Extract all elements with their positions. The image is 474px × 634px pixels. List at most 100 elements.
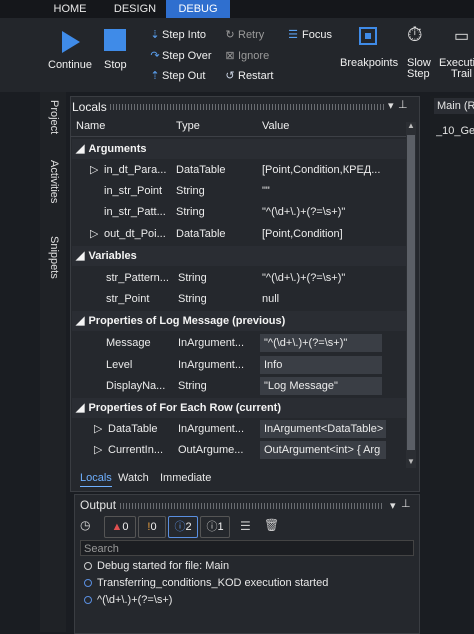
tab-locals[interactable]: Locals — [80, 472, 112, 487]
log-line[interactable]: Debug started for file: Main — [84, 560, 229, 572]
log-dot-icon — [84, 596, 92, 605]
expand-icon[interactable]: ▷ — [90, 224, 98, 245]
section-title: Properties of Log Message (previous) — [88, 315, 286, 327]
row-type: DataTable — [176, 164, 226, 176]
row-value[interactable]: "Log Message" — [260, 377, 382, 395]
trace-count: 1 — [217, 521, 224, 533]
table-row[interactable]: Message InArgument... "^(\d+\.)+(?=\s+)" — [72, 333, 408, 354]
table-row[interactable]: str_Pattern... String "^(\d+\.)+(?=\s+)" — [72, 268, 408, 289]
row-type: DataTable — [176, 228, 226, 240]
execution-trail-label-2: Trail — [451, 68, 472, 80]
breakpoints-button[interactable] — [344, 24, 400, 82]
column-type-header[interactable]: Type — [176, 120, 200, 136]
table-row[interactable]: ▷ CurrentIn... OutArgume... OutArgument<… — [72, 440, 408, 461]
log-line[interactable]: Transferring_conditions_KOD execution st… — [84, 577, 328, 589]
scroll-down-icon[interactable]: ▼ — [407, 457, 415, 466]
row-type: String — [178, 380, 207, 392]
document-tab[interactable]: Main (R — [434, 98, 474, 114]
column-name-header[interactable]: Name — [76, 120, 105, 136]
scroll-up-icon[interactable]: ▲ — [407, 121, 415, 130]
rail-project[interactable]: Project — [48, 100, 60, 134]
panel-grip[interactable] — [110, 104, 384, 110]
row-value[interactable]: OutArgument<int> { Arg — [260, 441, 386, 459]
info-icon: ⓘ — [174, 521, 186, 533]
table-row[interactable]: DisplayNa... String "Log Message" — [72, 376, 408, 397]
row-value[interactable]: Info — [260, 356, 382, 374]
restart-button[interactable]: ↺ Restart — [222, 69, 273, 82]
output-dropdown-icon[interactable]: ▾ — [390, 499, 396, 512]
document-breadcrumb: _10_Get — [436, 125, 474, 137]
table-row[interactable]: ▷ in_dt_Para... DataTable [Point,Conditi… — [72, 160, 408, 181]
step-over-label: Step Over — [162, 50, 212, 62]
retry-button[interactable]: ↻ Retry — [222, 28, 264, 41]
row-value: [Point,Condition] — [262, 228, 343, 240]
errors-count: 0 — [122, 521, 129, 533]
output-pin-icon[interactable]: ⊥ — [401, 497, 411, 510]
panel-dropdown-icon[interactable]: ▾ — [388, 99, 394, 112]
warnings-count: 0 — [150, 521, 157, 533]
ignore-button[interactable]: ⊠ Ignore — [222, 49, 269, 62]
section-variables[interactable]: ◢ Variables — [72, 246, 408, 266]
output-search-input[interactable]: Search — [80, 540, 414, 556]
section-for-each-row[interactable]: ◢ Properties of For Each Row (current) — [72, 398, 408, 418]
tab-debug[interactable]: DEBUG — [166, 0, 230, 18]
warnings-filter[interactable]: !0 — [138, 516, 166, 538]
table-row[interactable]: in_str_Point String "" — [72, 181, 408, 202]
restart-icon: ↺ — [225, 70, 235, 82]
expand-icon[interactable]: ▷ — [94, 419, 102, 440]
collapse-icon: ◢ — [76, 315, 85, 327]
column-value-header[interactable]: Value — [262, 120, 289, 136]
row-name: str_Pattern... — [106, 272, 169, 284]
table-row[interactable]: ▷ DataTable InArgument... InArgument<Dat… — [72, 419, 408, 440]
section-log-message[interactable]: ◢ Properties of Log Message (previous) — [72, 311, 408, 331]
breakpoint-icon — [359, 27, 377, 45]
collapse-icon: ◢ — [76, 250, 85, 262]
tab-watch[interactable]: Watch — [118, 472, 149, 486]
table-row[interactable]: in_str_Patt... String "^(\d+\.)+(?=\s+)" — [72, 202, 408, 223]
tab-design[interactable]: DESIGN — [104, 0, 166, 18]
scrollbar-thumb[interactable] — [407, 135, 415, 450]
row-value: "" — [262, 185, 270, 197]
row-value[interactable]: "^(\d+\.)+(?=\s+)" — [260, 334, 382, 352]
section-arguments[interactable]: ◢ Arguments — [72, 139, 408, 159]
rail-activities[interactable]: Activities — [48, 160, 60, 203]
row-value[interactable]: InArgument<DataTable> — [260, 420, 386, 438]
row-type: InArgument... — [178, 359, 245, 371]
copy-icon[interactable]: ☰ — [240, 519, 251, 533]
tab-immediate[interactable]: Immediate — [160, 472, 211, 486]
step-over-button[interactable]: ↷ Step Over — [148, 49, 212, 62]
row-name: DisplayNa... — [106, 380, 166, 392]
trace-filter[interactable]: ⓘ1 — [200, 516, 230, 538]
pin-icon[interactable]: ⊥ — [398, 98, 408, 111]
expand-icon[interactable]: ▷ — [90, 160, 98, 181]
continue-button[interactable] — [52, 26, 88, 80]
tab-home[interactable]: HOME — [40, 0, 100, 18]
row-name: str_Point — [106, 293, 150, 305]
stop-button[interactable] — [100, 26, 132, 80]
step-into-label: Step Into — [162, 29, 207, 41]
table-row[interactable]: Level InArgument... Info — [72, 355, 408, 376]
trash-icon[interactable]: 🗑 — [264, 518, 279, 532]
play-icon — [62, 31, 80, 53]
step-into-button[interactable]: ⇣ Step Into — [148, 28, 206, 41]
table-row[interactable]: str_Point String null — [72, 289, 408, 310]
row-name: in_str_Point — [104, 185, 163, 197]
continue-label: Continue — [48, 59, 93, 71]
locals-title: Locals — [72, 100, 107, 114]
clock-icon[interactable]: ◷ — [80, 518, 90, 532]
log-line[interactable]: ^(\d+\.)+(?=\s+) — [84, 594, 172, 606]
focus-button[interactable]: ☰ Focus — [284, 28, 332, 41]
table-row[interactable]: ▷ out_dt_Poi... DataTable [Point,Conditi… — [72, 224, 408, 245]
row-type: OutArgume... — [178, 444, 244, 456]
stop-label: Stop — [104, 59, 127, 71]
info-filter[interactable]: ⓘ2 — [168, 516, 198, 538]
step-out-button[interactable]: ⇡ Step Out — [148, 69, 205, 82]
errors-filter[interactable]: ▲0 — [104, 516, 136, 538]
section-title: Variables — [88, 250, 137, 262]
row-name: CurrentIn... — [108, 444, 164, 456]
expand-icon[interactable]: ▷ — [94, 440, 102, 461]
output-grip[interactable] — [120, 503, 384, 509]
restart-label: Restart — [238, 70, 274, 82]
row-name: DataTable — [108, 423, 158, 435]
rail-snippets[interactable]: Snippets — [48, 236, 60, 279]
